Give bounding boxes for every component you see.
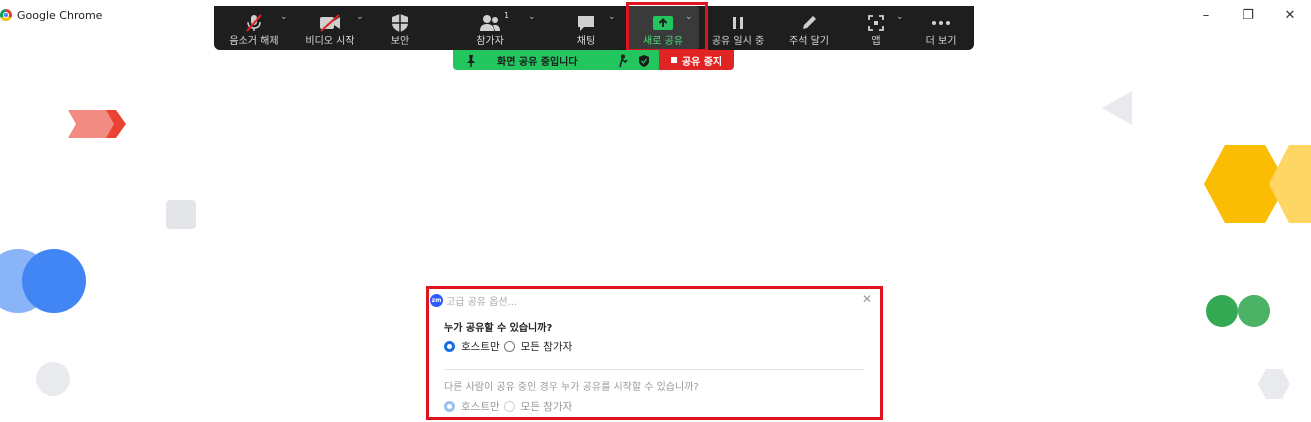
chrome-icon <box>0 9 12 21</box>
red-arrow-shape <box>68 110 126 138</box>
start-video-label: 비디오 시작 <box>305 36 355 47</box>
gray-circle-shape <box>36 362 70 396</box>
participants-icon <box>479 11 501 35</box>
more-label: 더 보기 <box>925 36 957 47</box>
who-can-share-options: 호스트만 모든 참가자 <box>444 339 572 354</box>
pause-share-label: 공유 일시 중 <box>711 36 765 47</box>
chevron-down-icon[interactable]: ⌄ <box>356 12 364 22</box>
browser-title-bar: Google Chrome <box>0 6 102 24</box>
apps-icon <box>867 11 885 35</box>
blue-circles-shape <box>0 249 86 313</box>
participants-button[interactable]: 1 참가자 ⌄ <box>464 6 535 50</box>
more-icon <box>931 11 951 35</box>
video-off-icon <box>319 11 341 35</box>
pause-icon <box>730 11 746 35</box>
unmute-label: 음소거 해제 <box>229 36 279 47</box>
zoom-logo: zm <box>430 293 443 307</box>
security-label: 보안 <box>390 36 410 47</box>
panel-header: zm 고급 공유 옵션... <box>429 291 517 309</box>
all-participants-radio-2[interactable] <box>503 401 515 412</box>
host-only-label: 호스트만 <box>461 341 500 353</box>
divider <box>444 369 864 370</box>
yellow-hexagon-shape <box>1204 145 1311 223</box>
start-video-button[interactable]: 비디오 시작 ⌄ <box>298 6 364 50</box>
pencil-icon <box>800 11 818 35</box>
who-can-start-sharing-question: 다른 사람이 공유 중인 경우 누가 공유를 시작할 수 있습니까? <box>444 382 699 393</box>
apps-button[interactable]: 앱 ⌄ <box>858 6 904 50</box>
minimize-icon[interactable]: – <box>1185 0 1227 30</box>
pin-icon[interactable] <box>465 53 477 72</box>
sharing-status-text: 화면 공유 중입니다 <box>497 56 578 68</box>
stop-icon <box>670 57 677 63</box>
restore-icon[interactable]: ❐ <box>1227 0 1269 30</box>
host-only-label-2: 호스트만 <box>461 401 500 413</box>
chat-label: 채팅 <box>576 36 596 47</box>
sharing-banner: 화면 공유 중입니다 <box>453 50 659 70</box>
all-participants-label: 모든 참가자 <box>520 341 573 353</box>
security-button[interactable]: 보안 <box>378 6 422 50</box>
remote-control-icon[interactable] <box>617 53 629 72</box>
more-button[interactable]: 더 보기 <box>918 6 964 50</box>
window-controls: – ❐ ✕ <box>1185 0 1311 30</box>
meeting-toolbar: 음소거 해제 ⌄ 비디오 시작 ⌄ 보안 1 참가자 ⌄ 채팅 ⌄ 새로 공유 <box>214 6 974 50</box>
all-participants-radio[interactable] <box>503 341 515 352</box>
chat-button[interactable]: 채팅 ⌄ <box>566 6 616 50</box>
annotate-label: 주석 달기 <box>789 36 829 47</box>
shield-icon <box>391 11 409 35</box>
share-button-highlight <box>626 2 708 52</box>
chat-icon <box>576 11 596 35</box>
chevron-down-icon[interactable]: ⌄ <box>608 12 616 22</box>
host-only-radio[interactable] <box>444 341 455 352</box>
participant-count: 1 <box>504 11 510 20</box>
host-only-radio-2[interactable] <box>444 401 455 412</box>
chevron-down-icon[interactable]: ⌄ <box>896 12 904 22</box>
all-participants-label-2: 모든 참가자 <box>520 401 573 413</box>
who-can-share-question: 누가 공유할 수 있습니까? <box>444 323 553 334</box>
gray-square-shape <box>166 200 196 229</box>
microphone-muted-icon <box>244 11 264 35</box>
apps-label: 앱 <box>871 36 881 47</box>
chevron-down-icon[interactable]: ⌄ <box>280 12 288 22</box>
green-circles-shape <box>1206 295 1270 327</box>
annotate-button[interactable]: 주석 달기 <box>784 6 834 50</box>
advanced-sharing-options-panel: zm 고급 공유 옵션... ✕ 누가 공유할 수 있습니까? 호스트만 모든 … <box>426 286 883 420</box>
who-can-start-sharing-options: 호스트만 모든 참가자 <box>444 399 572 414</box>
chevron-down-icon[interactable]: ⌄ <box>528 12 536 22</box>
stop-share-button[interactable]: 공유 중지 <box>659 50 734 70</box>
panel-title: 고급 공유 옵션... <box>446 296 518 308</box>
close-icon[interactable]: ✕ <box>1269 0 1311 30</box>
stop-share-label: 공유 중지 <box>681 56 723 68</box>
participants-label: 참가자 <box>476 36 504 47</box>
browser-title: Google Chrome <box>17 8 103 22</box>
shield-check-icon[interactable] <box>638 53 650 72</box>
gray-hexagon-shape <box>1258 369 1290 399</box>
pause-share-button[interactable]: 공유 일시 중 <box>706 6 770 50</box>
unmute-button[interactable]: 음소거 해제 ⌄ <box>222 6 288 50</box>
gray-triangle-shape <box>1102 91 1132 125</box>
close-icon[interactable]: ✕ <box>862 292 872 306</box>
